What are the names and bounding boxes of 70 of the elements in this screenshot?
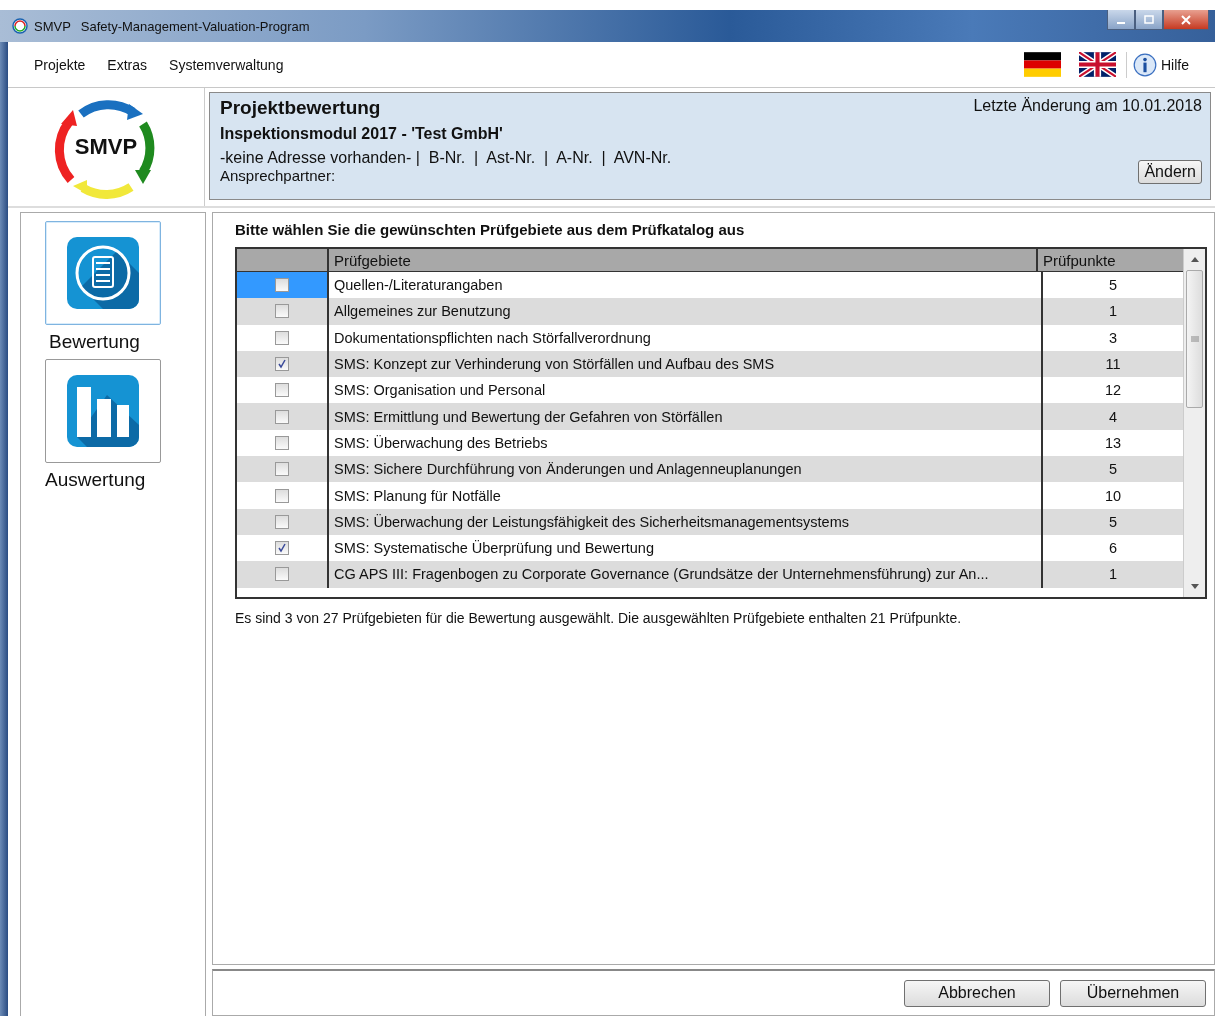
maximize-button[interactable] bbox=[1135, 10, 1163, 30]
table-cell-text: 13 bbox=[1103, 433, 1123, 453]
german-flag-icon[interactable] bbox=[1024, 52, 1061, 77]
logo: SMVP bbox=[51, 92, 161, 202]
dialog-button[interactable]: Übernehmen bbox=[1060, 979, 1206, 1007]
table-cell-text: 1 bbox=[1107, 302, 1119, 322]
british-flag-icon[interactable] bbox=[1079, 52, 1116, 77]
checkbox[interactable] bbox=[275, 462, 289, 477]
table-cell: Allgemeines zur Benutzung bbox=[329, 298, 1043, 325]
checkbox[interactable] bbox=[275, 435, 289, 450]
table-cell-text: 1 bbox=[1107, 565, 1119, 585]
table-cell-text: 5 bbox=[1107, 460, 1119, 480]
checkbox[interactable] bbox=[275, 304, 289, 319]
table-cell-text: 3 bbox=[1107, 328, 1119, 348]
window-title: Safety-Management-Valuation-Program bbox=[80, 18, 311, 34]
checkbox[interactable] bbox=[275, 383, 289, 398]
checkbox[interactable] bbox=[275, 567, 289, 582]
scroll-up-icon[interactable] bbox=[1190, 257, 1199, 262]
checkbox[interactable] bbox=[275, 357, 289, 372]
table-cell-text: 5 bbox=[1107, 512, 1119, 532]
maximize-icon bbox=[1144, 14, 1154, 25]
menu-item[interactable]: Extras bbox=[107, 56, 148, 73]
help-button[interactable]: Hilfe bbox=[1133, 52, 1189, 77]
checkbox[interactable] bbox=[275, 330, 289, 345]
scroll-down-icon[interactable] bbox=[1190, 584, 1199, 589]
table-cell-text: 10 bbox=[1103, 486, 1123, 506]
table-cell-text: 6 bbox=[1107, 539, 1119, 559]
minimize-button[interactable] bbox=[1107, 10, 1135, 30]
selection-summary: Es sind 3 von 27 Prüfgebieten für die Bewertung ausgewählt. Die ausgewählten Prüfgebiete enthalten 21 Prüfpunkte. bbox=[235, 610, 963, 626]
table-cell: SMS: Überwachung der Leistungsfähigkeit des Sicherheitsmanagementsystems bbox=[329, 508, 1043, 535]
nav-label[interactable]: Bewertung bbox=[49, 331, 140, 353]
table-cell-text: 4 bbox=[1107, 407, 1119, 427]
table-cell: CG APS III: Fragenbogen zu Corporate Governance (Grundsätze der Unternehmensführung) zur An... bbox=[329, 561, 1043, 588]
project-title: Projektbewertung bbox=[220, 97, 381, 119]
scrollbar[interactable] bbox=[1183, 249, 1205, 597]
table-cell: SMS: Konzept zur Verhinderung von Störfällen und Aufbau des SMS bbox=[329, 350, 1043, 378]
checkbox[interactable] bbox=[275, 278, 289, 293]
menu-item[interactable]: Projekte bbox=[34, 56, 86, 73]
contact-label: Ansprechpartner: bbox=[220, 167, 337, 184]
bar-chart-icon bbox=[67, 375, 139, 447]
column-header[interactable]: Prüfpunkte bbox=[1038, 249, 1183, 271]
nav-button[interactable] bbox=[45, 221, 161, 325]
menu-item[interactable]: Systemverwaltung bbox=[169, 56, 284, 73]
project-subtitle: Inspektionsmodul 2017 - 'Test GmbH' bbox=[220, 125, 504, 143]
last-change-text: Letzte Änderung am 10.01.2018 bbox=[973, 97, 1202, 115]
table-cell: SMS: Sichere Durchführung von Änderungen und Anlagenneuplanungen bbox=[329, 456, 1043, 483]
app-icon bbox=[12, 18, 28, 34]
checkbox[interactable] bbox=[275, 409, 289, 424]
dialog-button[interactable]: Abbrechen bbox=[904, 979, 1050, 1007]
table-cell-text: 5 bbox=[1107, 276, 1119, 296]
nav-label[interactable]: Auswertung bbox=[45, 469, 146, 491]
checkbox[interactable] bbox=[275, 514, 289, 529]
checkbox[interactable] bbox=[275, 541, 289, 556]
close-icon bbox=[1181, 14, 1191, 25]
checkbox[interactable] bbox=[275, 488, 289, 503]
column-header[interactable]: Prüfgebiete bbox=[329, 249, 1038, 271]
nav-button[interactable] bbox=[45, 359, 161, 463]
checklist-icon bbox=[67, 237, 139, 309]
table-cell: SMS: Ermittlung und Bewertung der Gefahren von Störfällen bbox=[329, 403, 1043, 430]
close-button[interactable] bbox=[1163, 10, 1209, 30]
table-cell-text: 11 bbox=[1104, 355, 1122, 375]
address-line: -keine Adresse vorhanden- | B-Nr. | Ast-Nr. | A-Nr. | AVN-Nr. bbox=[220, 149, 672, 167]
row-selector-cell[interactable] bbox=[237, 272, 329, 299]
app-name: SMVP bbox=[34, 18, 71, 34]
table-cell-text: 12 bbox=[1103, 381, 1123, 401]
edit-button[interactable]: Ändern bbox=[1138, 160, 1202, 184]
scroll-thumb[interactable] bbox=[1186, 270, 1203, 408]
info-icon bbox=[1133, 52, 1157, 77]
minimize-icon bbox=[1117, 21, 1125, 24]
section-heading: Bitte wählen Sie die gewünschten Prüfgebiete aus dem Prüfkatalog aus bbox=[235, 221, 746, 238]
